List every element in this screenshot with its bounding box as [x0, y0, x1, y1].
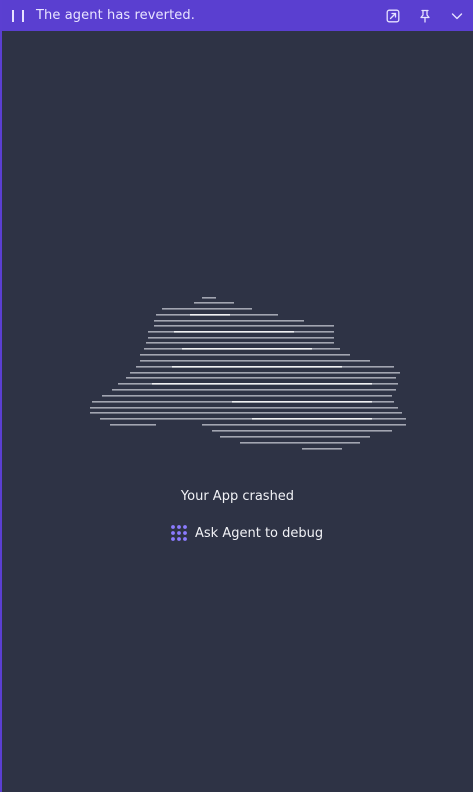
crash-cloud-illustration — [90, 297, 406, 450]
chevron-down-icon — [451, 12, 463, 19]
crash-title: Your App crashed — [180, 489, 295, 504]
ask-agent-debug-button[interactable]: Ask Agent to debug — [170, 522, 323, 544]
collapse-menu-button[interactable] — [441, 0, 473, 31]
open-external-button[interactable] — [377, 0, 409, 31]
open-external-icon — [386, 9, 400, 22]
pin-button[interactable] — [409, 0, 441, 31]
ask-agent-debug-label: Ask Agent to debug — [195, 525, 324, 541]
pin-icon — [420, 9, 430, 23]
topbar-actions — [377, 0, 473, 31]
app-crash-panel: The agent has reverted. Your App crashed… — [0, 0, 473, 792]
agent-icon — [171, 525, 187, 541]
agent-status-bar: The agent has reverted. — [2, 0, 473, 31]
pause-icon[interactable] — [12, 9, 24, 22]
agent-status-text: The agent has reverted. — [36, 8, 195, 23]
